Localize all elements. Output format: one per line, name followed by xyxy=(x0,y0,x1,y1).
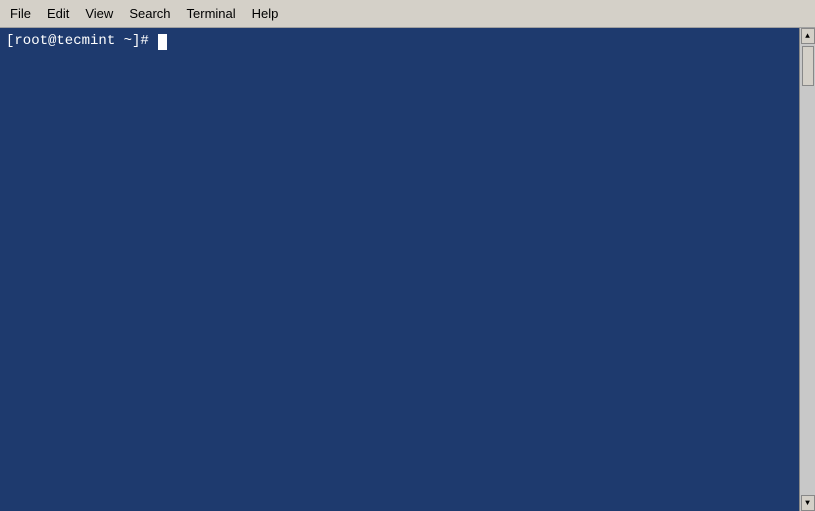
scrollbar-down-button[interactable]: ▼ xyxy=(801,495,815,511)
scrollbar[interactable]: ▲ ▼ xyxy=(799,28,815,511)
menu-terminal[interactable]: Terminal xyxy=(179,3,244,24)
menu-search[interactable]: Search xyxy=(121,3,178,24)
terminal-prompt: [root@tecmint ~]# xyxy=(6,32,157,52)
menu-edit[interactable]: Edit xyxy=(39,3,77,24)
terminal-area[interactable]: [root@tecmint ~]# ▲ ▼ xyxy=(0,28,815,511)
terminal-prompt-line: [root@tecmint ~]# xyxy=(6,32,809,52)
menubar: File Edit View Search Terminal Help xyxy=(0,0,815,28)
scrollbar-up-button[interactable]: ▲ xyxy=(801,28,815,44)
menu-file[interactable]: File xyxy=(2,3,39,24)
menu-view[interactable]: View xyxy=(77,3,121,24)
menu-help[interactable]: Help xyxy=(244,3,287,24)
terminal-cursor xyxy=(158,34,167,50)
scrollbar-thumb[interactable] xyxy=(802,46,814,86)
